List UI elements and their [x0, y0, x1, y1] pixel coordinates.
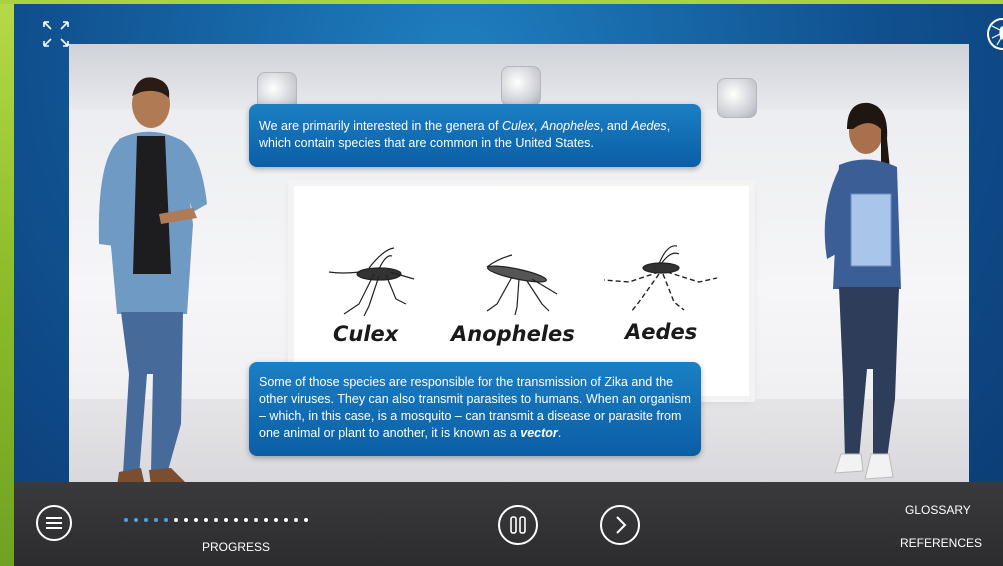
- hamburger-line: [46, 522, 62, 524]
- menu-button[interactable]: [36, 505, 72, 541]
- player-toolbar: PROGRESS GLOSSARY REFERENCES: [14, 482, 1003, 566]
- speech-bubble-top: We are primarily interested in the gener…: [249, 104, 701, 167]
- pause-button[interactable]: [498, 505, 538, 545]
- chevron-right-icon: [616, 516, 627, 534]
- female-student-character: [824, 102, 901, 480]
- speech-top-intro: We are primarily interested in the gener…: [259, 119, 502, 133]
- genus-anopheles: Anopheles: [540, 119, 600, 133]
- genus-aedes: Aedes: [631, 119, 667, 133]
- progress-dot: [194, 518, 198, 522]
- progress-label: PROGRESS: [202, 540, 271, 554]
- term-vector: vector: [520, 426, 558, 440]
- progress-dot: [304, 518, 308, 522]
- genus-culex: Culex: [501, 119, 534, 133]
- left-border: [0, 0, 14, 566]
- speech-top-sep2: , and: [599, 119, 632, 133]
- progress-dot: [174, 518, 178, 522]
- progress-dot: [144, 518, 148, 522]
- hamburger-line: [46, 527, 62, 529]
- progress-dot: [214, 518, 218, 522]
- progress-dot: [154, 518, 158, 522]
- speech-bottom-end: .: [557, 426, 562, 440]
- progress-dot: [224, 518, 228, 522]
- progress-dot: [284, 518, 288, 522]
- glossary-link[interactable]: GLOSSARY: [905, 503, 971, 517]
- culex-mosquito-image: [328, 247, 415, 317]
- progress-dot: [274, 518, 278, 522]
- mosquito-logo-icon: [987, 18, 1003, 50]
- references-link[interactable]: REFERENCES: [900, 536, 982, 550]
- spotlight-2: [501, 66, 541, 106]
- speech-bottom-text: Some of those species are responsible fo…: [259, 375, 691, 440]
- scene-stage: Culex Anopheles Aedes We are primarily i…: [69, 44, 969, 489]
- progress-dot: [294, 518, 298, 522]
- expand-icon[interactable]: [42, 20, 70, 48]
- progress-dot: [204, 518, 208, 522]
- pause-icon: [510, 516, 526, 534]
- progress-dot: [254, 518, 258, 522]
- progress-dot: [164, 518, 168, 522]
- progress-dot: [244, 518, 248, 522]
- progress-dot: [134, 518, 138, 522]
- anopheles-mosquito-image: [486, 254, 558, 316]
- anopheles-label: Anopheles: [451, 322, 575, 346]
- aedes-mosquito-image: [603, 245, 718, 313]
- progress-dots: [124, 518, 308, 522]
- male-presenter-character: [98, 77, 207, 486]
- spotlight-3: [717, 78, 757, 118]
- speech-top-sep1: ,: [533, 119, 541, 133]
- culex-label: Culex: [333, 322, 399, 346]
- progress-dot: [264, 518, 268, 522]
- progress-dot: [234, 518, 238, 522]
- progress-dot: [124, 518, 128, 522]
- progress-dot: [184, 518, 188, 522]
- aedes-label: Aedes: [625, 320, 698, 344]
- hamburger-menu-icon: [46, 517, 62, 519]
- speech-bubble-bottom: Some of those species are responsible fo…: [249, 362, 701, 456]
- next-button[interactable]: [600, 505, 640, 545]
